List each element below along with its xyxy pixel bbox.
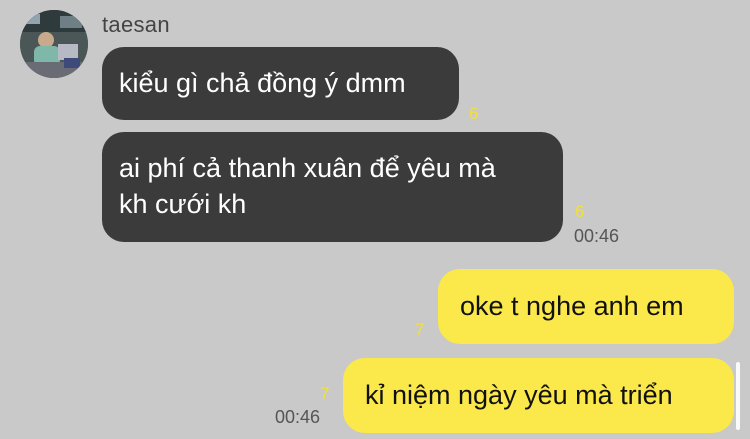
sender-avatar[interactable] (20, 10, 88, 78)
message-text-line: ai phí cả thanh xuân để yêu mà (119, 153, 496, 183)
outgoing-message-bubble[interactable]: oke t nghe anh em (438, 269, 734, 344)
message-timestamp: 00:46 (275, 407, 321, 427)
message-text: kỉ niệm ngày yêu mà triển (365, 380, 673, 410)
unread-count: 6 (469, 104, 479, 123)
message-text: oke t nghe anh em (460, 291, 684, 321)
sender-name: taesan (102, 12, 170, 37)
incoming-message-bubble[interactable]: ai phí cả thanh xuân để yêu mà kh cưới k… (102, 132, 563, 242)
message-timestamp: 00:46 (574, 226, 620, 246)
incoming-message-bubble[interactable]: kiểu gì chả đồng ý dmm (102, 47, 459, 120)
outgoing-message-bubble[interactable]: kỉ niệm ngày yêu mà triển (343, 358, 734, 433)
unread-count: 7 (320, 384, 330, 403)
unread-count: 6 (575, 202, 585, 221)
message-text: kiểu gì chả đồng ý dmm (119, 68, 406, 98)
scrollbar[interactable] (736, 362, 740, 430)
unread-count: 7 (415, 320, 425, 339)
message-text-line: kh cưới kh (119, 189, 247, 219)
avatar-photo-icon (20, 10, 88, 78)
